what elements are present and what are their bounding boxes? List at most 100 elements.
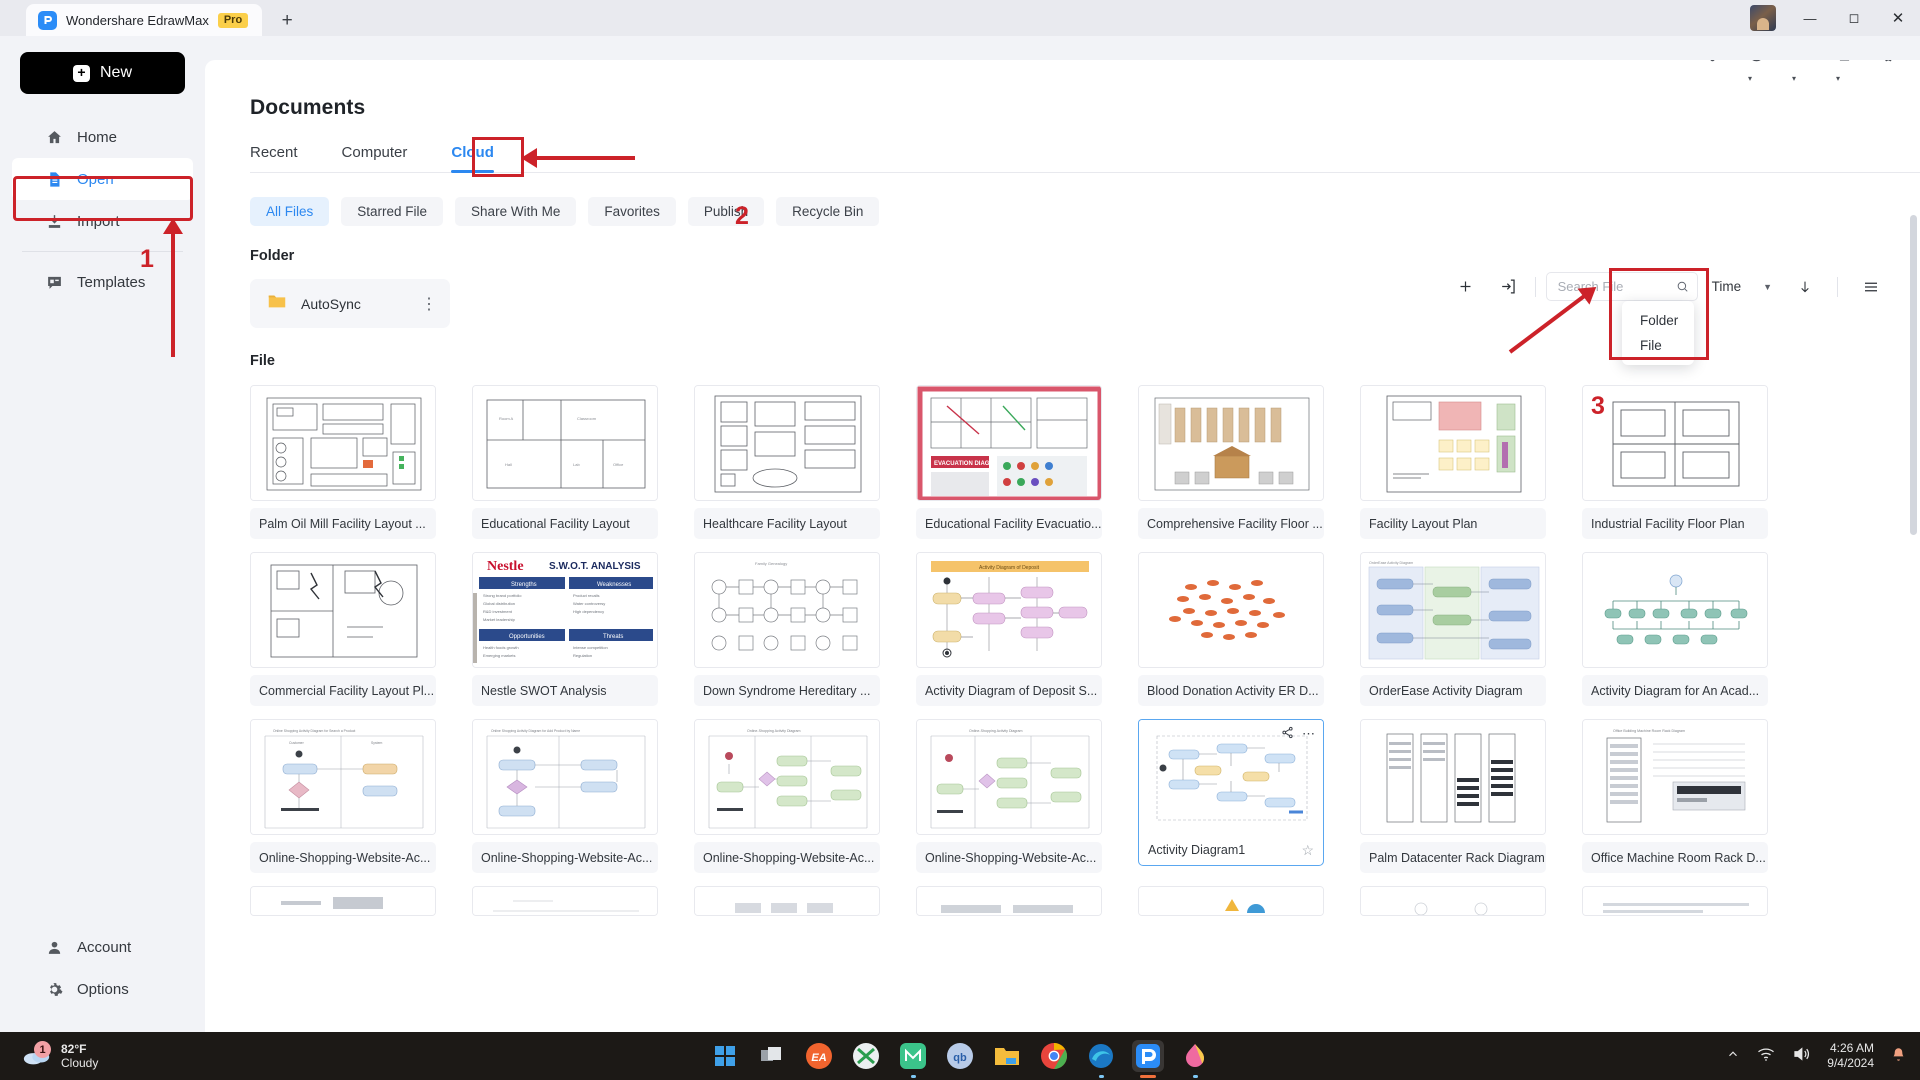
show-hidden-icons-icon[interactable]: [1726, 1047, 1740, 1066]
tab-computer[interactable]: Computer: [342, 144, 408, 172]
file-card[interactable]: [1582, 886, 1768, 916]
ea-app-icon[interactable]: EA: [803, 1040, 835, 1072]
xsplit-icon[interactable]: [850, 1040, 882, 1072]
taskbar-weather-widget[interactable]: 1 82°F Cloudy: [22, 1042, 98, 1070]
upload-to-cloud-icon[interactable]: [1492, 272, 1525, 301]
filter-all-files[interactable]: All Files: [250, 197, 329, 226]
tab-recent[interactable]: Recent: [250, 144, 298, 172]
filter-share-with-me[interactable]: Share With Me: [455, 197, 576, 226]
filter-recycle-bin[interactable]: Recycle Bin: [776, 197, 879, 226]
gear-icon[interactable]: [1879, 60, 1900, 65]
sidebar-item-import[interactable]: Import: [12, 200, 193, 242]
file-card[interactable]: Nestle S.W.O.T. ANALYSIS Strengths Weakn…: [472, 552, 658, 706]
file-card[interactable]: EVACUATION DIAGRAM Educational Facility …: [916, 385, 1102, 539]
file-card[interactable]: [1138, 886, 1324, 916]
file-card[interactable]: Online Shopping Activity Diagram for Sea…: [250, 719, 436, 873]
file-card[interactable]: Palm Oil Mill Facility Layout ...: [250, 385, 436, 539]
more-vertical-icon[interactable]: ⋮: [421, 294, 438, 314]
filter-favorites[interactable]: Favorites: [588, 197, 676, 226]
taskbar-clock[interactable]: 4:26 AM 9/4/2024: [1827, 1041, 1874, 1071]
file-card[interactable]: [472, 886, 658, 916]
sort-direction-button[interactable]: [1788, 272, 1821, 301]
file-card[interactable]: OrderEase Activity Diagram: [1360, 552, 1546, 706]
share-icon[interactable]: [1281, 726, 1294, 742]
file-card[interactable]: Healthcare Facility Layout: [694, 385, 880, 539]
filter-starred-file[interactable]: Starred File: [341, 197, 443, 226]
maximize-button[interactable]: ◻: [1832, 0, 1876, 36]
notification-bell-icon[interactable]: [1891, 1047, 1906, 1066]
theme-shirt-icon[interactable]: ▾: [1835, 60, 1856, 65]
folder-item-autosync[interactable]: AutoSync ⋮: [250, 279, 450, 328]
chrome-icon[interactable]: [1038, 1040, 1070, 1072]
thumbnail-hover-tools[interactable]: ⋯: [1281, 726, 1315, 742]
file-card[interactable]: Activity Diagram of Deposit: [916, 552, 1102, 706]
file-card[interactable]: Activity Diagram for An Acad...: [1582, 552, 1768, 706]
sidebar-item-options[interactable]: Options: [12, 968, 193, 1010]
sidebar-item-home[interactable]: Home: [12, 116, 193, 158]
file-card[interactable]: Comprehensive Facility Floor ...: [1138, 385, 1324, 539]
edrawmax-icon[interactable]: [1132, 1040, 1164, 1072]
file-thumbnail: [1582, 552, 1768, 668]
quickbooks-icon[interactable]: qb: [944, 1040, 976, 1072]
tab-cloud[interactable]: Cloud: [451, 144, 494, 172]
more-horizontal-icon[interactable]: ⋯: [1302, 726, 1315, 742]
file-card[interactable]: Room AClassroom HallLabOffice Educationa…: [472, 385, 658, 539]
file-card[interactable]: Online-Shopping Activity Diagram: [694, 719, 880, 873]
menu-item-folder[interactable]: Folder: [1622, 308, 1694, 333]
content-scrollbar[interactable]: [1910, 215, 1917, 915]
star-outline-icon[interactable]: ☆: [1301, 842, 1314, 859]
add-new-button[interactable]: [1449, 272, 1482, 301]
bell-icon[interactable]: [1703, 60, 1724, 65]
documents-tabs: Recent Computer Cloud: [250, 144, 1920, 173]
search-input-wrapper[interactable]: [1546, 272, 1698, 301]
edrawmind-icon[interactable]: [897, 1040, 929, 1072]
sort-field-select[interactable]: Time ▼: [1712, 279, 1772, 294]
file-card[interactable]: [1360, 886, 1546, 916]
file-card[interactable]: Office Building Machine Room Rack Diagra…: [1582, 719, 1768, 873]
minimize-button[interactable]: —: [1788, 0, 1832, 36]
file-card[interactable]: Family Genealogy: [694, 552, 880, 706]
help-icon[interactable]: ▾: [1747, 60, 1768, 65]
sidebar-item-templates[interactable]: Templates: [12, 261, 193, 303]
file-explorer-icon[interactable]: [991, 1040, 1023, 1072]
chevron-down-icon: ▾: [1748, 74, 1752, 83]
file-name: Online-Shopping-Website-Ac...: [694, 842, 880, 873]
menu-item-file[interactable]: File: [1622, 333, 1694, 358]
close-button[interactable]: ✕: [1876, 0, 1920, 36]
file-card[interactable]: Online-Shopping Activity Diagram: [916, 719, 1102, 873]
list-view-button[interactable]: [1854, 272, 1887, 301]
new-item-menu[interactable]: Folder File: [1622, 301, 1694, 365]
wifi-icon[interactable]: [1757, 1046, 1775, 1067]
file-name: Palm Oil Mill Facility Layout ...: [250, 508, 436, 539]
file-card-selected[interactable]: ⋯ Activity Diagram1 ☆: [1138, 719, 1324, 873]
new-tab-button[interactable]: +: [272, 6, 302, 36]
sidebar-item-open[interactable]: Open: [12, 158, 193, 200]
svg-text:Strengths: Strengths: [511, 582, 537, 588]
pro-badge: Pro: [218, 13, 248, 28]
file-card[interactable]: Blood Donation Activity ER D...: [1138, 552, 1324, 706]
file-card[interactable]: Online Shopping Activity Diagram for Add…: [472, 719, 658, 873]
file-thumbnail: [694, 886, 880, 916]
file-card[interactable]: [694, 886, 880, 916]
app-tab[interactable]: Wondershare EdrawMax Pro: [26, 4, 262, 36]
file-card[interactable]: Industrial Facility Floor Plan: [1582, 385, 1768, 539]
new-button[interactable]: + New: [20, 52, 185, 94]
start-windows-icon[interactable]: [709, 1040, 741, 1072]
file-card[interactable]: [250, 886, 436, 916]
apps-grid-icon[interactable]: ▾: [1791, 60, 1812, 65]
file-card[interactable]: Commercial Facility Layout Pl...: [250, 552, 436, 706]
scrollbar-thumb[interactable]: [1910, 215, 1917, 535]
edge-icon[interactable]: [1085, 1040, 1117, 1072]
avatar[interactable]: [1750, 5, 1776, 31]
filter-publish[interactable]: Publish: [688, 197, 764, 226]
file-card[interactable]: [916, 886, 1102, 916]
task-view-icon[interactable]: [756, 1040, 788, 1072]
options-gear-icon: [45, 980, 63, 998]
paint3d-icon[interactable]: [1179, 1040, 1211, 1072]
sidebar-item-account[interactable]: Account: [12, 926, 193, 968]
svg-text:Classroom: Classroom: [577, 416, 597, 421]
volume-icon[interactable]: [1792, 1046, 1810, 1067]
file-card[interactable]: Palm Datacenter Rack Diagram: [1360, 719, 1546, 873]
file-card[interactable]: Facility Layout Plan: [1360, 385, 1546, 539]
search-input[interactable]: [1558, 279, 1670, 294]
